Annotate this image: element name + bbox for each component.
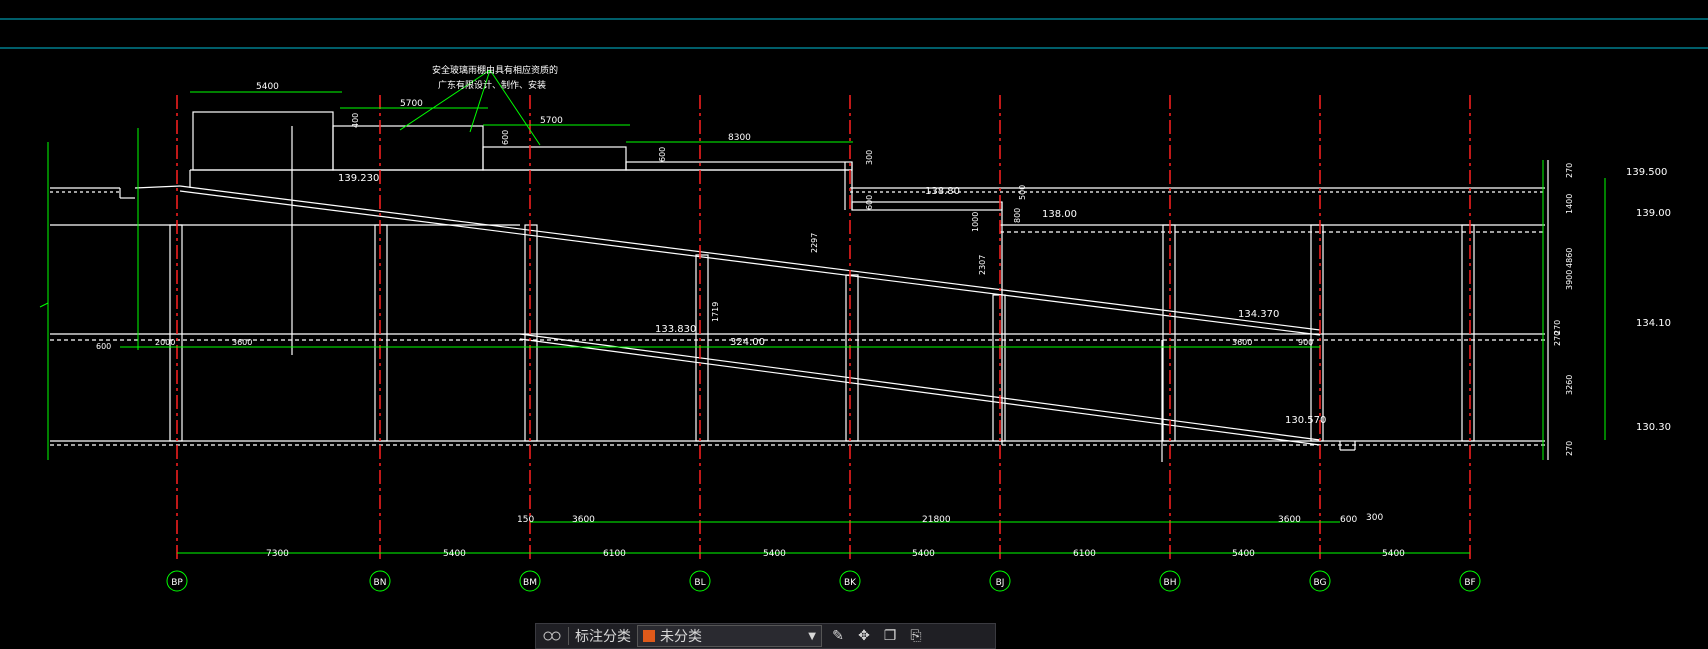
copy-icon[interactable]: ❐ (880, 627, 900, 645)
dim-text: 5400 (1232, 549, 1255, 559)
axis-label-bm: BM (523, 578, 537, 588)
dim-text: 800 (1013, 208, 1022, 223)
level-label: 139.500 (1626, 167, 1667, 178)
annotation-category-label: 标注分类 (575, 629, 631, 645)
lower-dimension-texts: 150 3600 21800 3600 600 300 (517, 513, 1383, 525)
dim-text: 500 (1018, 185, 1027, 200)
axis-label-bp: BP (171, 578, 183, 588)
axis-bubbles (166, 570, 1481, 592)
axis-label-bl: BL (694, 578, 705, 588)
dimension-lines (39, 69, 1606, 554)
dim-text: 3600 (1278, 515, 1301, 525)
category-select-value: 未分类 (660, 629, 702, 645)
dim-text: 3600 (1232, 338, 1252, 347)
level-label: 130.570 (1285, 415, 1326, 426)
dim-text: 270 (1553, 331, 1562, 346)
level-label: 324.00 (730, 337, 765, 348)
dim-text: 5400 (443, 549, 466, 559)
small-dimension-texts: 400 600 600 300 600 500 800 1000 2297 23… (96, 113, 1313, 351)
dim-text: 21800 (922, 515, 951, 525)
level-label: 138.00 (1042, 209, 1077, 220)
edit-icon[interactable]: ✎ (828, 627, 848, 645)
level-label: 130.30 (1636, 422, 1671, 433)
dim-text: 400 (351, 113, 360, 128)
annotation-category-select[interactable]: 未分类 ▼ (637, 625, 822, 647)
dim-text: 1400 (1565, 194, 1574, 214)
axis-label-bf: BF (1464, 578, 1475, 588)
dim-text: 600 (1340, 515, 1357, 525)
dim-text: 6100 (1073, 549, 1096, 559)
dim-text: 600 (658, 147, 667, 162)
dim-text: 2307 (978, 255, 987, 275)
axis-lines (176, 95, 1471, 560)
dim-text: 300 (1366, 513, 1383, 523)
dim-text: 270 (1565, 163, 1574, 178)
dim-text: 6100 (603, 549, 626, 559)
dim-text: 5700 (540, 116, 563, 126)
dim-text: 3600 (572, 515, 595, 525)
axis-spacing-texts: 7300 5400 6100 5400 5400 6100 5400 5400 (266, 549, 1405, 559)
dim-text: 150 (517, 515, 534, 525)
glasses-icon[interactable] (542, 627, 562, 645)
note-line-2: 广东有限设计、制作、安装 (438, 79, 546, 91)
structure-lines (50, 111, 1549, 462)
dim-text: 4860 (1565, 248, 1574, 268)
annotation-toolbar: 标注分类 未分类 ▼ ✎ ✥ ❐ ⎘ (535, 623, 996, 649)
move-icon[interactable]: ✥ (854, 627, 874, 645)
paste-icon[interactable]: ⎘ (906, 627, 926, 645)
dim-text: 8300 (728, 133, 751, 143)
dim-text: 600 (501, 130, 510, 145)
level-label: 133.830 (655, 324, 696, 335)
dim-text: 3900 (1565, 270, 1574, 290)
level-label: 138.80 (925, 186, 960, 197)
dim-text: 900 (1298, 338, 1313, 347)
dim-text: 2000 (155, 338, 175, 347)
axis-label-bk: BK (844, 578, 857, 588)
axis-bubble-labels: BP BN BM BL BK BJ BH BG BF (171, 578, 1475, 588)
axis-label-bn: BN (374, 578, 387, 588)
note-line-1: 安全玻璃雨棚由具有相应资质的 (432, 64, 558, 76)
axis-label-bj: BJ (996, 578, 1005, 588)
dim-text: 5400 (763, 549, 786, 559)
right-dimension-texts: 270 1400 4860 3900 270 270 3260 3800 270 (1553, 163, 1574, 456)
dim-text: 270 (1565, 441, 1574, 456)
dim-text: 2297 (810, 233, 819, 253)
section-drawing: 安全玻璃雨棚由具有相应资质的 广东有限设计、制作、安装 5400 5700 57… (0, 18, 1708, 592)
dim-text: 600 (96, 342, 111, 351)
toolbar-separator (568, 627, 569, 645)
axis-label-bh: BH (1164, 578, 1177, 588)
cad-canvas[interactable]: 安全玻璃雨棚由具有相应资质的 广东有限设计、制作、安装 5400 5700 57… (0, 0, 1708, 645)
level-label-texts: 139.230 138.80 138.00 133.830 324.00 134… (338, 173, 1326, 426)
axis-label-bg: BG (1314, 578, 1327, 588)
dim-text: 1719 (711, 302, 720, 322)
dim-text: 5400 (256, 82, 279, 92)
dim-text: 7300 (266, 549, 289, 559)
level-label: 134.370 (1238, 309, 1279, 320)
dim-text: 5700 (400, 99, 423, 109)
dim-text: 5400 (1382, 549, 1405, 559)
dim-text: 5400 (912, 549, 935, 559)
chevron-down-icon: ▼ (808, 630, 816, 642)
dim-text: 3600 (232, 338, 252, 347)
level-label: 139.230 (338, 173, 379, 184)
category-color-swatch (643, 630, 655, 642)
dim-text: 300 (865, 150, 874, 165)
dim-text: 600 (865, 195, 874, 210)
dim-text: 1000 (971, 212, 980, 232)
level-label: 134.10 (1636, 318, 1671, 329)
level-label: 139.00 (1636, 208, 1671, 219)
right-level-texts: 139.500 139.00 134.10 130.30 (1626, 167, 1671, 433)
